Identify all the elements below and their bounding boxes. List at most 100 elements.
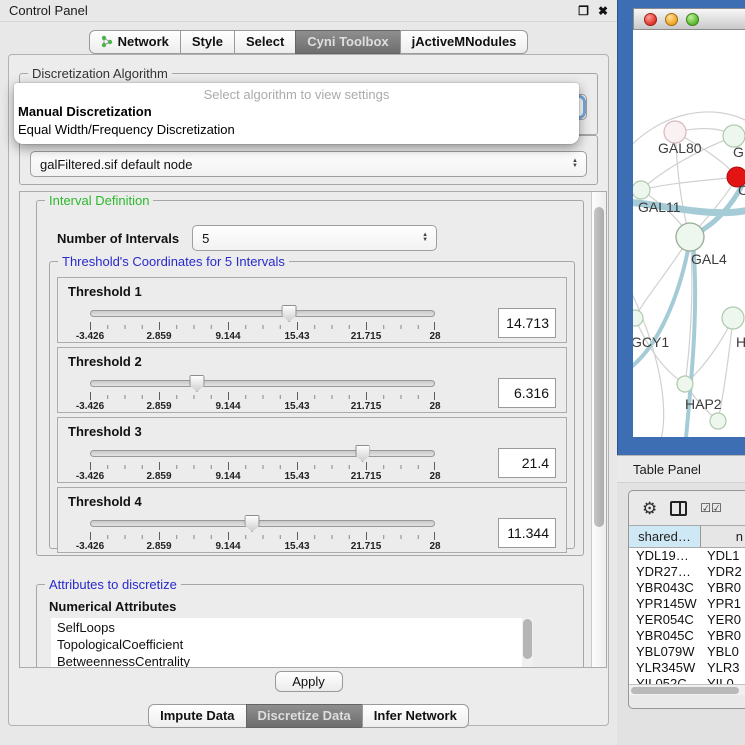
cell-name: YBR0 bbox=[701, 628, 745, 644]
dropdown-option-manual-discretization[interactable]: Manual Discretization bbox=[14, 103, 579, 121]
tab-jactivemnodules[interactable]: jActiveMNodules bbox=[400, 30, 529, 54]
cell-shared-name: YDR27… bbox=[629, 564, 701, 580]
group-title: Attributes to discretize bbox=[45, 577, 181, 592]
threshold-slider[interactable]: -3.426 2.859 9.144 15.43 21.715 28 bbox=[90, 304, 435, 342]
table-row[interactable]: YBR045C YBR0 bbox=[629, 628, 745, 644]
column-header-shared[interactable]: shared… bbox=[629, 526, 701, 547]
threshold-value-field[interactable]: 11.344 bbox=[498, 518, 556, 548]
node-label-gal11: GAL11 bbox=[638, 199, 681, 215]
table-row[interactable]: YLR345W YLR3 bbox=[629, 660, 745, 676]
node-gcy1[interactable] bbox=[633, 310, 643, 326]
node-h[interactable] bbox=[722, 307, 744, 329]
slider-track[interactable] bbox=[90, 520, 435, 527]
threshold-list: Threshold 1 -3.426 2.859 9.144 15.43 21.… bbox=[57, 277, 567, 553]
slider-track[interactable] bbox=[90, 450, 435, 457]
scale-label: 15.43 bbox=[284, 471, 309, 482]
node-bottom[interactable] bbox=[710, 413, 726, 429]
cell-shared-name: YLR345W bbox=[629, 660, 701, 676]
threshold-slider[interactable]: -3.426 2.859 9.144 15.43 21.715 28 bbox=[90, 444, 435, 482]
scrollbar-thumb[interactable] bbox=[594, 207, 604, 527]
zoom-traffic-light-icon[interactable] bbox=[686, 13, 699, 26]
table-header-row: shared… n bbox=[629, 525, 745, 548]
node-hap2[interactable] bbox=[677, 376, 693, 392]
scale-label: 9.144 bbox=[215, 471, 240, 482]
numerical-attributes-label: Numerical Attributes bbox=[49, 599, 583, 614]
slider-thumb-icon[interactable] bbox=[245, 515, 260, 532]
node-label-c: C bbox=[738, 182, 745, 198]
cell-shared-name: YPR145W bbox=[629, 596, 701, 612]
slider-thumb-icon[interactable] bbox=[282, 305, 297, 322]
slider-thumb-icon[interactable] bbox=[355, 445, 370, 462]
scale-label: 21.715 bbox=[351, 331, 382, 342]
bottom-tab-bar: Impute Data Discretize Data Infer Networ… bbox=[0, 704, 617, 728]
apply-button[interactable]: Apply bbox=[275, 671, 343, 692]
table-row[interactable]: YBR043C YBR0 bbox=[629, 580, 745, 596]
threshold-card: Threshold 3 -3.426 2.859 9.144 15.43 21.… bbox=[57, 417, 567, 483]
tab-network[interactable]: Network bbox=[89, 30, 181, 54]
minimize-traffic-light-icon[interactable] bbox=[665, 13, 678, 26]
dropdown-option-equal-width-frequency[interactable]: Equal Width/Frequency Discretization bbox=[14, 121, 579, 139]
window-title: Control Panel bbox=[9, 3, 569, 18]
threshold-slider[interactable]: -3.426 2.859 9.144 15.43 21.715 28 bbox=[90, 514, 435, 552]
tab-style[interactable]: Style bbox=[180, 30, 235, 54]
columns-icon[interactable] bbox=[670, 501, 687, 516]
table-data-combobox[interactable]: galFiltered.sif default node ▲▼ bbox=[30, 151, 587, 177]
number-of-intervals-combobox[interactable]: 5 ▲▼ bbox=[192, 225, 437, 251]
select-columns-icons[interactable]: ☑☑ bbox=[700, 501, 722, 515]
slider-ticks bbox=[90, 462, 435, 470]
numerical-attributes-list[interactable]: SelfLoopsTopologicalCoefficientBetweenne… bbox=[51, 618, 533, 668]
cell-name: YDR2 bbox=[701, 564, 745, 580]
node-gal4[interactable] bbox=[676, 223, 704, 251]
gear-icon[interactable]: ⚙ bbox=[642, 500, 657, 517]
node-label-hap2: HAP2 bbox=[685, 396, 722, 412]
scale-label: -3.426 bbox=[76, 541, 104, 552]
slider-thumb-icon[interactable] bbox=[189, 375, 204, 392]
slider-scale-labels: -3.426 2.859 9.144 15.43 21.715 28 bbox=[90, 401, 435, 413]
table-row[interactable]: YPR145W YPR1 bbox=[629, 596, 745, 612]
attributes-scrollbar[interactable] bbox=[522, 618, 533, 668]
node-gal11[interactable] bbox=[633, 181, 650, 199]
tab-label: Cyni Toolbox bbox=[307, 34, 388, 49]
tab-infer-network[interactable]: Infer Network bbox=[362, 704, 469, 728]
threshold-value-field[interactable]: 6.316 bbox=[498, 378, 556, 408]
table-row[interactable]: YDR27… YDR2 bbox=[629, 564, 745, 580]
attribute-item[interactable]: SelfLoops bbox=[57, 619, 533, 636]
tab-impute-data[interactable]: Impute Data bbox=[148, 704, 246, 728]
network-canvas[interactable]: GAL80 G C GAL11 GAL4 GCY1 H HAP2 bbox=[633, 30, 745, 437]
scrollbar-thumb[interactable] bbox=[631, 687, 739, 694]
tab-label: Select bbox=[246, 34, 284, 49]
float-window-icon[interactable]: ❐ bbox=[578, 4, 589, 18]
settings-scrollbar[interactable] bbox=[591, 192, 606, 667]
table-hscrollbar[interactable] bbox=[629, 684, 745, 695]
threshold-value-field[interactable]: 21.4 bbox=[498, 448, 556, 478]
combobox-stepper-icon[interactable]: ▲▼ bbox=[567, 155, 583, 173]
table-row[interactable]: YBL079W YBL0 bbox=[629, 644, 745, 660]
attributes-group: Attributes to discretize Numerical Attri… bbox=[36, 584, 584, 668]
cell-name: YPR1 bbox=[701, 596, 745, 612]
tab-label: jActiveMNodules bbox=[412, 34, 517, 49]
slider-ticks bbox=[90, 392, 435, 400]
slider-track[interactable] bbox=[90, 310, 435, 317]
tab-select[interactable]: Select bbox=[234, 30, 296, 54]
table-row[interactable]: YER054C YER0 bbox=[629, 612, 745, 628]
slider-scale-labels: -3.426 2.859 9.144 15.43 21.715 28 bbox=[90, 331, 435, 343]
column-header-name[interactable]: n bbox=[701, 526, 745, 547]
tab-cyni-toolbox[interactable]: Cyni Toolbox bbox=[295, 30, 400, 54]
threshold-slider[interactable]: -3.426 2.859 9.144 15.43 21.715 28 bbox=[90, 374, 435, 412]
thresholds-group: Threshold's Coordinates for 5 Intervals … bbox=[49, 261, 575, 549]
control-panel-titlebar: Control Panel ❐ ✖ bbox=[0, 0, 617, 22]
table-row[interactable]: YDL19… YDL1 bbox=[629, 548, 745, 564]
close-icon[interactable]: ✖ bbox=[598, 4, 608, 18]
table-row[interactable]: YIL052C YIL0 bbox=[629, 676, 745, 684]
scrollbar-thumb[interactable] bbox=[523, 619, 532, 659]
attribute-item[interactable]: BetweennessCentrality bbox=[57, 653, 533, 668]
scale-label: 15.43 bbox=[284, 541, 309, 552]
threshold-value-field[interactable]: 14.713 bbox=[498, 308, 556, 338]
combobox-stepper-icon[interactable]: ▲▼ bbox=[417, 229, 433, 247]
close-traffic-light-icon[interactable] bbox=[644, 13, 657, 26]
attribute-item[interactable]: TopologicalCoefficient bbox=[57, 636, 533, 653]
table-rows[interactable]: YDL19… YDL1 YDR27… YDR2 YBR043C YBR0 YPR… bbox=[629, 548, 745, 684]
tab-discretize-data[interactable]: Discretize Data bbox=[246, 704, 363, 728]
slider-ticks bbox=[90, 532, 435, 540]
slider-track[interactable] bbox=[90, 380, 435, 387]
